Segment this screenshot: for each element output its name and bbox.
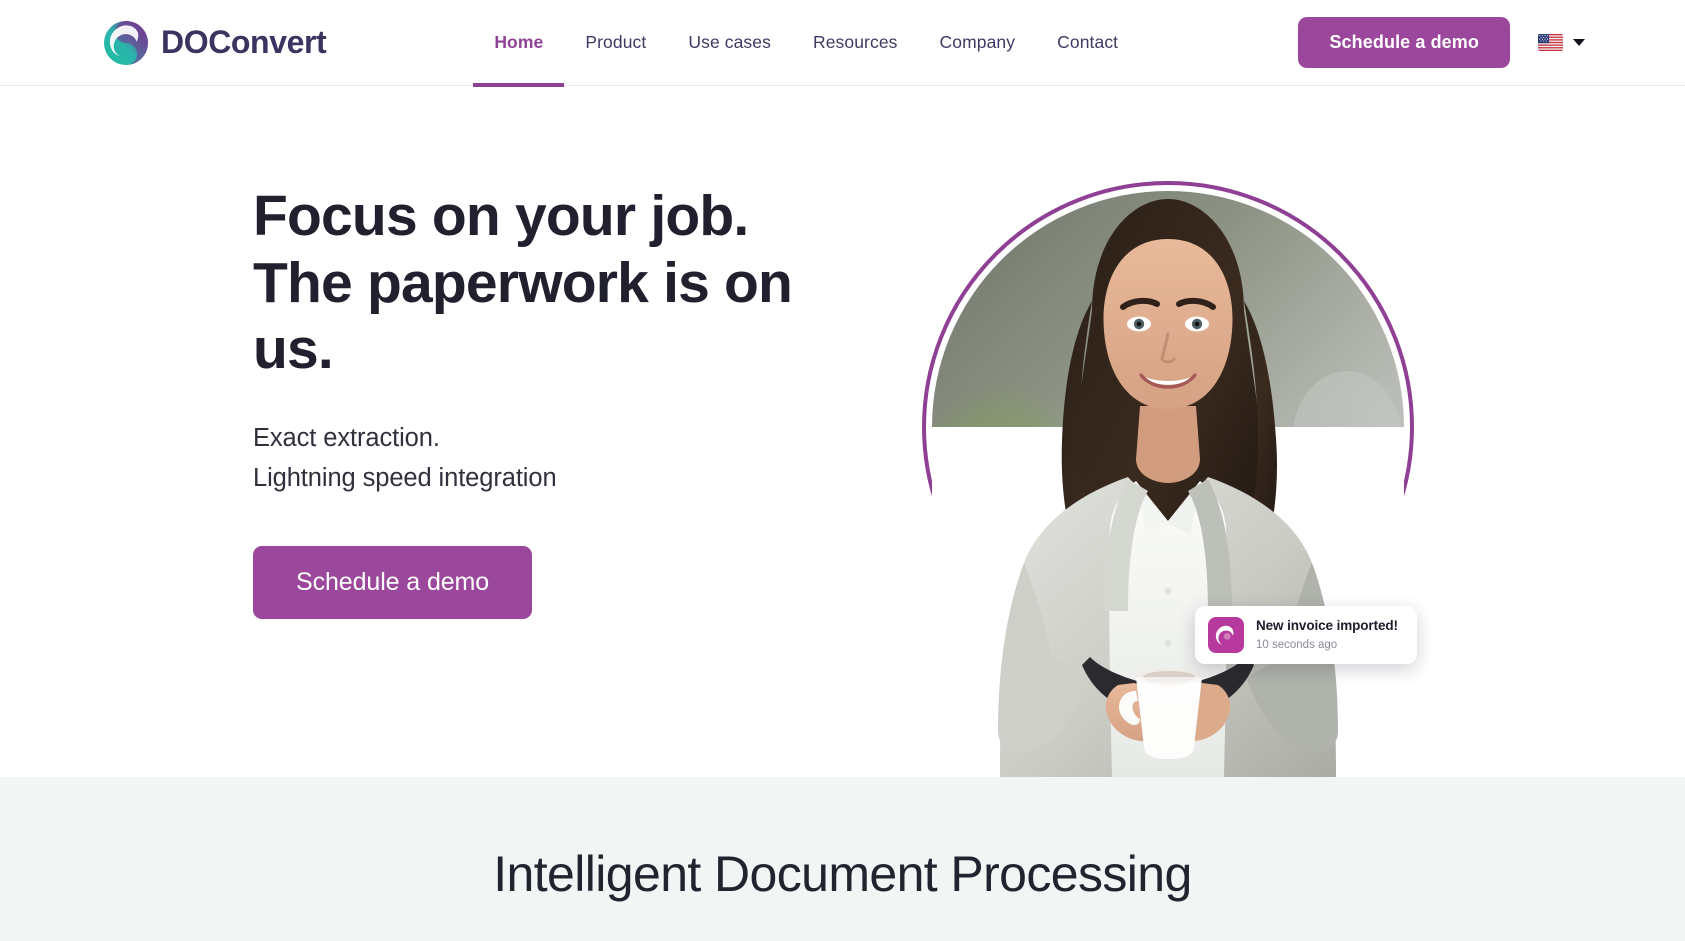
- toast-text: New invoice imported! 10 seconds ago: [1256, 617, 1404, 653]
- nav-item-resources[interactable]: Resources: [792, 0, 919, 86]
- brand-logo[interactable]: DOConvert: [102, 19, 327, 67]
- header-actions: Schedule a demo: [1298, 17, 1585, 68]
- hero-subtitle-line-2: Lightning speed integration: [253, 463, 557, 492]
- hero-title-line-1: Focus on your job.: [253, 184, 749, 248]
- chevron-down-icon: [1573, 39, 1585, 46]
- landing-page: DOConvert Home Product Use cases Resourc…: [0, 0, 1685, 941]
- nav-item-use-cases[interactable]: Use cases: [667, 0, 792, 86]
- nav-item-home[interactable]: Home: [473, 0, 565, 87]
- main-navigation: Home Product Use cases Resources Company…: [473, 0, 1139, 87]
- brand-wordmark: DOConvert: [161, 24, 327, 60]
- us-flag-icon: [1538, 34, 1563, 51]
- toast-title: New invoice imported!: [1256, 618, 1398, 633]
- hero-copy: Focus on your job. The paperwork is on u…: [253, 183, 813, 620]
- nav-item-product[interactable]: Product: [564, 0, 667, 86]
- hero-visual: New invoice imported! 10 seconds ago: [900, 86, 1460, 777]
- nav-item-contact[interactable]: Contact: [1036, 0, 1139, 86]
- intelligent-document-processing-section: Intelligent Document Processing: [0, 777, 1685, 941]
- hero-section: Focus on your job. The paperwork is on u…: [0, 86, 1685, 777]
- hero-subtitle: Exact extraction. Lightning speed integr…: [253, 419, 813, 498]
- nav-item-company[interactable]: Company: [919, 0, 1037, 86]
- hero-subtitle-line-1: Exact extraction.: [253, 424, 440, 453]
- schedule-demo-button-hero[interactable]: Schedule a demo: [253, 546, 533, 620]
- swirl-glyph-icon: [1215, 625, 1234, 645]
- hero-title: Focus on your job. The paperwork is on u…: [253, 183, 813, 383]
- site-header: DOConvert Home Product Use cases Resourc…: [0, 0, 1685, 87]
- notification-toast[interactable]: New invoice imported! 10 seconds ago: [1195, 606, 1417, 664]
- schedule-demo-button-header[interactable]: Schedule a demo: [1298, 17, 1510, 68]
- businesswoman-photo: [998, 199, 1338, 777]
- hero-title-line-3: us.: [253, 317, 334, 382]
- hero-photo: [932, 191, 1404, 777]
- toast-timestamp: 10 seconds ago: [1256, 639, 1338, 651]
- section-heading: Intelligent Document Processing: [493, 846, 1192, 902]
- hero-title-line-2: The paperwork is on: [253, 250, 793, 315]
- swirl-app-icon: [1208, 617, 1244, 653]
- language-selector[interactable]: [1538, 34, 1585, 51]
- swirl-circle-logo-icon: [104, 20, 148, 65]
